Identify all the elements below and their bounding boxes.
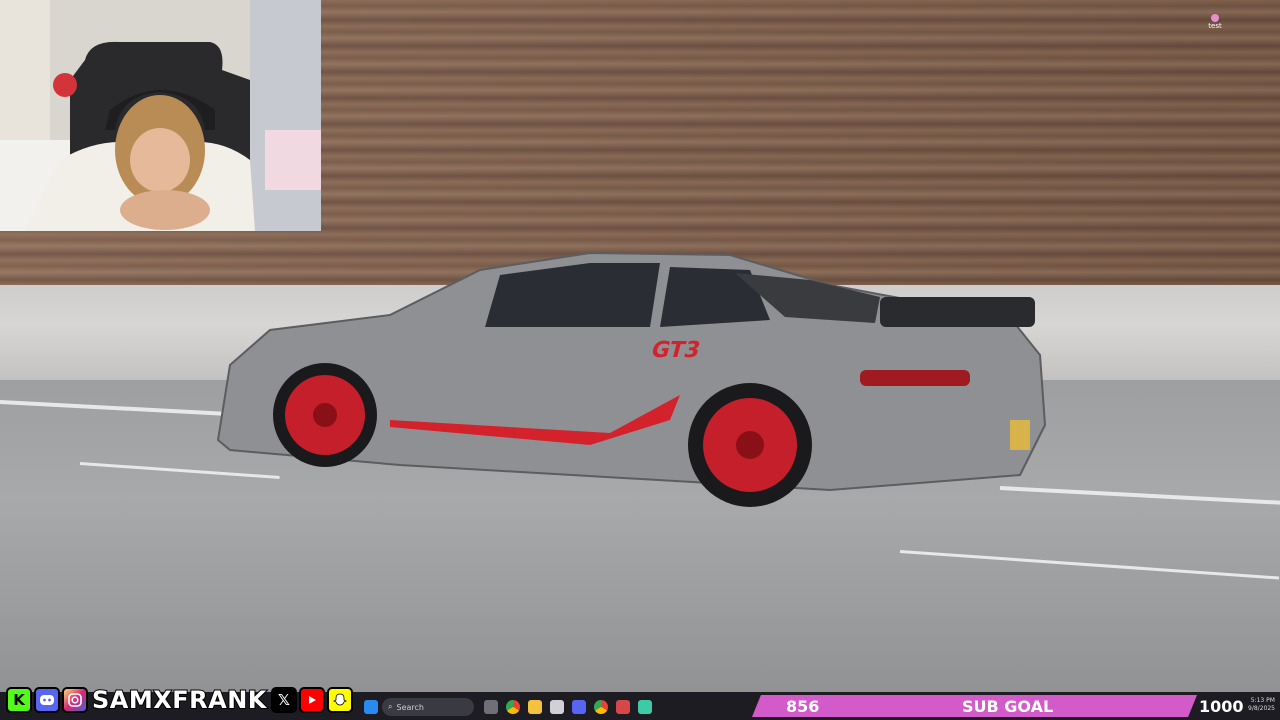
gt3-badge: GT3: [648, 337, 703, 363]
app-icon[interactable]: [550, 700, 564, 714]
porsche-gt3-car: GT3: [216, 251, 1047, 507]
kick-icon[interactable]: K: [6, 687, 32, 713]
file-explorer-icon[interactable]: [528, 700, 542, 714]
x-icon[interactable]: 𝕏: [270, 687, 297, 713]
sub-goal-current: 856: [786, 697, 820, 716]
taskbar-search[interactable]: ⌕ Search: [382, 698, 474, 716]
tail-light: [860, 370, 970, 386]
stream-scene: GT3 test: [0, 0, 1280, 720]
instagram-icon[interactable]: [62, 687, 88, 713]
app-icon[interactable]: [638, 700, 652, 714]
search-icon: ⌕: [388, 702, 393, 711]
license-plate: [1010, 420, 1030, 450]
system-clock: 5:13 PM 9/8/2025: [1248, 697, 1275, 712]
status-dot-icon: [1211, 14, 1219, 22]
corner-label: test: [1208, 22, 1222, 30]
social-links: K SAMXFRANK 𝕏: [6, 684, 353, 716]
webcam-feed: [0, 0, 321, 231]
youtube-icon[interactable]: [298, 687, 325, 713]
windows-taskbar: ⌕ Search: [360, 694, 770, 720]
rear-wing: [880, 297, 1035, 327]
task-view-icon[interactable]: [484, 700, 498, 714]
discord-icon[interactable]: [34, 687, 60, 713]
windows-start-icon[interactable]: [364, 700, 378, 714]
corner-overlay: test: [1208, 14, 1222, 30]
chrome-icon[interactable]: [594, 700, 608, 714]
sub-goal-label: SUB GOAL: [962, 697, 1054, 716]
sub-goal-target: 1000: [1199, 697, 1244, 716]
snapchat-icon[interactable]: [326, 687, 353, 713]
streamer-handle: SAMXFRANK: [91, 685, 267, 715]
chrome-icon[interactable]: [506, 700, 520, 714]
sub-goal-bar: 856 SUB GOAL: [752, 695, 1197, 717]
discord-taskbar-icon[interactable]: [572, 700, 586, 714]
app-icon[interactable]: [616, 700, 630, 714]
